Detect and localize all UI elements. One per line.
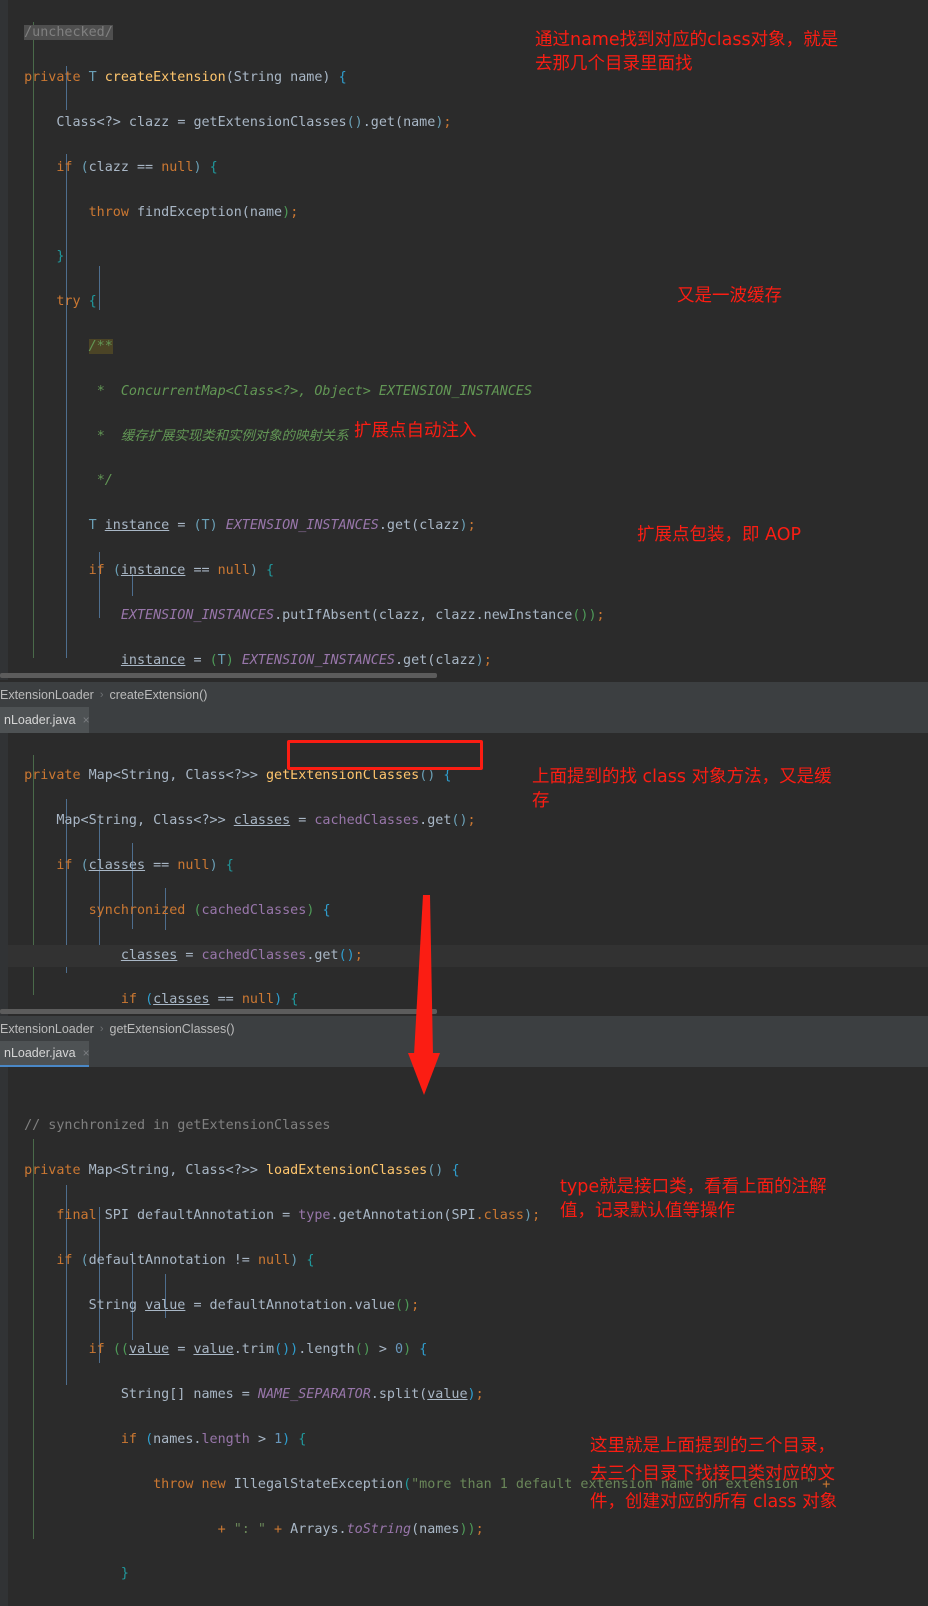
code-line: if (instance == null) {: [88, 562, 275, 578]
code-line: try {: [56, 294, 97, 310]
annotation-three-directories: 这里就是上面提到的三个目录， 去三个目录下找接口类对应的文 件，创建对应的所有 …: [590, 1436, 838, 1512]
arrow-head: [408, 1053, 440, 1095]
tab-label: nLoader.java: [4, 1046, 76, 1060]
annotation-type-is-interface: type就是接口类，看看上面的注解 值，记录默认值等操作: [560, 1177, 827, 1221]
code-line: EXTENSION_INSTANCES.putIfAbsent(clazz, c…: [120, 607, 605, 623]
editor-tab-extensionloader-java[interactable]: nLoader.java ×: [0, 1041, 90, 1067]
editor-tab-extensionloader-java[interactable]: nLoader.java ×: [0, 707, 90, 733]
close-icon[interactable]: ×: [83, 713, 90, 727]
code-line: Class<?> clazz = getExtensionClasses().g…: [8, 115, 452, 130]
breadcrumb-create-extension[interactable]: ExtensionLoader › createExtension(): [0, 682, 928, 708]
tabstrip-2: nLoader.java ×: [0, 1041, 928, 1067]
horizontal-scrollbar-thumb[interactable]: [0, 673, 437, 678]
breadcrumb-get-extension-classes[interactable]: ExtensionLoader › getExtensionClasses(): [0, 1016, 928, 1042]
red-down-arrow: [408, 895, 440, 1095]
code-line: /**: [88, 338, 113, 354]
breadcrumb-method[interactable]: getExtensionClasses(): [110, 1022, 235, 1036]
code-line: classes = cachedClasses.get();: [8, 944, 928, 967]
code-content-load-extension-classes: // synchronized in getExtensionClasses p…: [8, 1093, 928, 1606]
code-line: instance = (T) EXTENSION_INSTANCES.get(c…: [120, 652, 492, 668]
arrow-shaft: [414, 895, 433, 1055]
close-icon[interactable]: ×: [83, 1046, 90, 1060]
annotation-find-class-by-name: 通过name找到对应的class对象，就是 去那几个目录里面找: [535, 30, 839, 74]
annotation-wrapper-aop: 扩展点包装，即 AOP: [637, 525, 802, 545]
annotation-find-class-method: 上面提到的找 class 对象方法，又是缓 存: [532, 767, 832, 811]
annotation-auto-inject: 扩展点自动注入: [354, 421, 477, 441]
tab-label: nLoader.java: [4, 713, 76, 727]
code-line: */: [96, 473, 113, 489]
code-line: String[] names = NAME_SEPARATOR.split(va…: [8, 1387, 484, 1403]
editor-pane-load-extension-classes[interactable]: // synchronized in getExtensionClasses p…: [0, 1067, 928, 1606]
code-line: String value = defaultAnnotation.value()…: [8, 1297, 420, 1313]
editor-gutter: [0, 733, 8, 1016]
code-line: if ((value = value.trim()).length() > 0)…: [88, 1342, 428, 1358]
code-line: // synchronized in getExtensionClasses: [24, 1118, 331, 1134]
code-line: }: [120, 1566, 129, 1582]
editor-pane-create-extension[interactable]: /unchecked/ private T createExtension(St…: [0, 0, 928, 680]
code-line: synchronized (cachedClasses) {: [88, 902, 331, 918]
annotation-cache-again: 又是一波缓存: [677, 286, 782, 306]
code-line: + ": " + Arrays.toString(names));: [217, 1521, 484, 1537]
editor-gutter: [0, 0, 8, 680]
code-line: }: [56, 249, 65, 265]
tabstrip-1: nLoader.java ×: [0, 707, 928, 733]
code-line: if (classes == null) {: [56, 858, 234, 873]
code-line: if (clazz == null) {: [56, 159, 218, 175]
breadcrumb-separator-icon: ›: [99, 1023, 104, 1035]
breadcrumb-class[interactable]: ExtensionLoader: [0, 1022, 94, 1036]
code-line: * ConcurrentMap<Class<?>, Object> EXTENS…: [96, 383, 533, 399]
breadcrumb-method[interactable]: createExtension(): [110, 688, 208, 702]
code-line: if (defaultAnnotation != null) {: [56, 1252, 315, 1268]
horizontal-scrollbar-thumb[interactable]: [0, 1009, 437, 1014]
breadcrumb-class[interactable]: ExtensionLoader: [0, 688, 94, 702]
code-line: throw findException(name);: [88, 204, 299, 220]
code-content-create-extension: /unchecked/ private T createExtension(St…: [8, 0, 928, 680]
redbox-get-extension-classes: [287, 740, 483, 770]
editor-gutter: [0, 1067, 8, 1606]
code-line: Map<String, Class<?>> classes = cachedCl…: [8, 813, 476, 829]
breadcrumb-separator-icon: ›: [99, 689, 104, 701]
